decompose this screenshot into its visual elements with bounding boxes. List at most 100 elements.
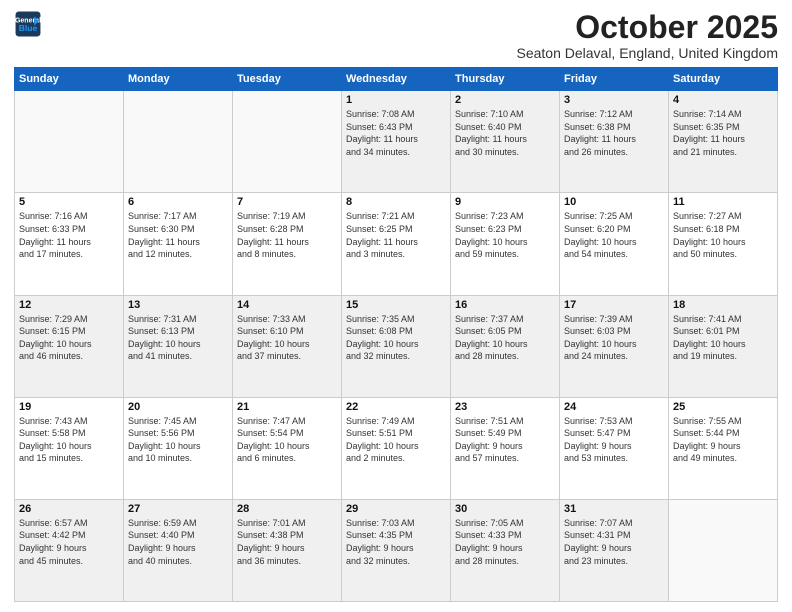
table-row: 28 Sunrise: 7:01 AM Sunset: 4:38 PM Dayli… xyxy=(233,499,342,601)
table-row: 14 Sunrise: 7:33 AM Sunset: 6:10 PM Dayli… xyxy=(233,295,342,397)
table-row: 11Sunrise: 7:27 AM Sunset: 6:18 PM Dayli… xyxy=(669,193,778,295)
table-row: 13 Sunrise: 7:31 AM Sunset: 6:13 PM Dayli… xyxy=(124,295,233,397)
table-row: 20Sunrise: 7:45 AM Sunset: 5:56 PM Dayli… xyxy=(124,397,233,499)
day-number: 18 xyxy=(673,299,773,311)
table-row: 10 Sunrise: 7:25 AM Sunset: 6:20 PM Dayli… xyxy=(560,193,669,295)
day-number: 25 xyxy=(673,401,773,413)
day-number: 5 xyxy=(19,196,119,208)
table-row: 26 Sunrise: 6:57 AM Sunset: 4:42 PM Dayli… xyxy=(15,499,124,601)
day-number: 10 xyxy=(564,196,664,208)
table-row: 16 Sunrise: 7:37 AM Sunset: 6:05 PM Dayli… xyxy=(451,295,560,397)
day-info: Sunrise: 7:47 AM Sunset: 5:54 PM Dayligh… xyxy=(237,415,337,465)
header-monday: Monday xyxy=(124,68,233,91)
day-number: 24 xyxy=(564,401,664,413)
header-saturday: Saturday xyxy=(669,68,778,91)
table-row: 29Sunrise: 7:03 AM Sunset: 4:35 PM Dayli… xyxy=(342,499,451,601)
table-row: 22 Sunrise: 7:49 AM Sunset: 5:51 PM Dayli… xyxy=(342,397,451,499)
table-row: 31 Sunrise: 7:07 AM Sunset: 4:31 PM Dayli… xyxy=(560,499,669,601)
table-row: 1Sunrise: 7:08 AM Sunset: 6:43 PM Daylig… xyxy=(342,91,451,193)
table-row: 5 Sunrise: 7:16 AM Sunset: 6:33 PM Daylig… xyxy=(15,193,124,295)
day-info: Sunrise: 7:33 AM Sunset: 6:10 PM Dayligh… xyxy=(237,313,337,363)
day-number: 14 xyxy=(237,299,337,311)
table-row xyxy=(124,91,233,193)
header-thursday: Thursday xyxy=(451,68,560,91)
day-number: 1 xyxy=(346,94,446,106)
logo-icon: General Blue xyxy=(14,10,42,38)
day-info: Sunrise: 7:14 AM Sunset: 6:35 PM Dayligh… xyxy=(673,108,773,158)
day-info: Sunrise: 7:55 AM Sunset: 5:44 PM Dayligh… xyxy=(673,415,773,465)
logo: General Blue xyxy=(14,10,42,38)
day-number: 12 xyxy=(19,299,119,311)
day-number: 31 xyxy=(564,503,664,515)
day-info: Sunrise: 7:23 AM Sunset: 6:23 PM Dayligh… xyxy=(455,210,555,260)
day-number: 9 xyxy=(455,196,555,208)
day-info: Sunrise: 7:21 AM Sunset: 6:25 PM Dayligh… xyxy=(346,210,446,260)
day-info: Sunrise: 7:10 AM Sunset: 6:40 PM Dayligh… xyxy=(455,108,555,158)
day-info: Sunrise: 7:19 AM Sunset: 6:28 PM Dayligh… xyxy=(237,210,337,260)
table-row: 18 Sunrise: 7:41 AM Sunset: 6:01 PM Dayli… xyxy=(669,295,778,397)
calendar-week-row: 26 Sunrise: 6:57 AM Sunset: 4:42 PM Dayli… xyxy=(15,499,778,601)
day-info: Sunrise: 7:25 AM Sunset: 6:20 PM Dayligh… xyxy=(564,210,664,260)
day-info: Sunrise: 7:07 AM Sunset: 4:31 PM Dayligh… xyxy=(564,517,664,567)
day-number: 4 xyxy=(673,94,773,106)
table-row xyxy=(15,91,124,193)
calendar-table: Sunday Monday Tuesday Wednesday Thursday… xyxy=(14,67,778,602)
day-number: 22 xyxy=(346,401,446,413)
table-row: 7 Sunrise: 7:19 AM Sunset: 6:28 PM Daylig… xyxy=(233,193,342,295)
day-info: Sunrise: 7:53 AM Sunset: 5:47 PM Dayligh… xyxy=(564,415,664,465)
calendar-week-row: 19 Sunrise: 7:43 AM Sunset: 5:58 PM Dayli… xyxy=(15,397,778,499)
day-number: 6 xyxy=(128,196,228,208)
table-row: 8 Sunrise: 7:21 AM Sunset: 6:25 PM Daylig… xyxy=(342,193,451,295)
day-info: Sunrise: 7:43 AM Sunset: 5:58 PM Dayligh… xyxy=(19,415,119,465)
header-tuesday: Tuesday xyxy=(233,68,342,91)
day-number: 19 xyxy=(19,401,119,413)
header-wednesday: Wednesday xyxy=(342,68,451,91)
table-row: 19 Sunrise: 7:43 AM Sunset: 5:58 PM Dayli… xyxy=(15,397,124,499)
table-row xyxy=(669,499,778,601)
page: General Blue October 2025 Seaton Delaval… xyxy=(0,0,792,612)
calendar-week-row: 5 Sunrise: 7:16 AM Sunset: 6:33 PM Daylig… xyxy=(15,193,778,295)
day-info: Sunrise: 6:59 AM Sunset: 4:40 PM Dayligh… xyxy=(128,517,228,567)
location: Seaton Delaval, England, United Kingdom xyxy=(516,45,778,61)
table-row: 24 Sunrise: 7:53 AM Sunset: 5:47 PM Dayli… xyxy=(560,397,669,499)
day-info: Sunrise: 7:16 AM Sunset: 6:33 PM Dayligh… xyxy=(19,210,119,260)
day-info: Sunrise: 7:51 AM Sunset: 5:49 PM Dayligh… xyxy=(455,415,555,465)
table-row: 3 Sunrise: 7:12 AM Sunset: 6:38 PM Daylig… xyxy=(560,91,669,193)
day-info: Sunrise: 7:49 AM Sunset: 5:51 PM Dayligh… xyxy=(346,415,446,465)
table-row: 17Sunrise: 7:39 AM Sunset: 6:03 PM Dayli… xyxy=(560,295,669,397)
day-info: Sunrise: 7:31 AM Sunset: 6:13 PM Dayligh… xyxy=(128,313,228,363)
header: General Blue October 2025 Seaton Delaval… xyxy=(14,10,778,61)
header-sunday: Sunday xyxy=(15,68,124,91)
day-info: Sunrise: 7:12 AM Sunset: 6:38 PM Dayligh… xyxy=(564,108,664,158)
table-row: 21Sunrise: 7:47 AM Sunset: 5:54 PM Dayli… xyxy=(233,397,342,499)
day-number: 27 xyxy=(128,503,228,515)
day-info: Sunrise: 7:41 AM Sunset: 6:01 PM Dayligh… xyxy=(673,313,773,363)
table-row: 6Sunrise: 7:17 AM Sunset: 6:30 PM Daylig… xyxy=(124,193,233,295)
day-number: 13 xyxy=(128,299,228,311)
day-number: 3 xyxy=(564,94,664,106)
table-row: 4 Sunrise: 7:14 AM Sunset: 6:35 PM Daylig… xyxy=(669,91,778,193)
day-number: 26 xyxy=(19,503,119,515)
table-row: 2Sunrise: 7:10 AM Sunset: 6:40 PM Daylig… xyxy=(451,91,560,193)
calendar-week-row: 1Sunrise: 7:08 AM Sunset: 6:43 PM Daylig… xyxy=(15,91,778,193)
day-number: 8 xyxy=(346,196,446,208)
day-number: 15 xyxy=(346,299,446,311)
table-row: 25 Sunrise: 7:55 AM Sunset: 5:44 PM Dayli… xyxy=(669,397,778,499)
day-info: Sunrise: 7:05 AM Sunset: 4:33 PM Dayligh… xyxy=(455,517,555,567)
title-block: October 2025 Seaton Delaval, England, Un… xyxy=(516,10,778,61)
day-number: 7 xyxy=(237,196,337,208)
day-number: 16 xyxy=(455,299,555,311)
day-number: 28 xyxy=(237,503,337,515)
day-number: 23 xyxy=(455,401,555,413)
day-info: Sunrise: 6:57 AM Sunset: 4:42 PM Dayligh… xyxy=(19,517,119,567)
day-info: Sunrise: 7:35 AM Sunset: 6:08 PM Dayligh… xyxy=(346,313,446,363)
day-number: 30 xyxy=(455,503,555,515)
day-info: Sunrise: 7:01 AM Sunset: 4:38 PM Dayligh… xyxy=(237,517,337,567)
calendar-week-row: 12Sunrise: 7:29 AM Sunset: 6:15 PM Dayli… xyxy=(15,295,778,397)
day-number: 29 xyxy=(346,503,446,515)
day-info: Sunrise: 7:37 AM Sunset: 6:05 PM Dayligh… xyxy=(455,313,555,363)
header-friday: Friday xyxy=(560,68,669,91)
day-number: 20 xyxy=(128,401,228,413)
day-info: Sunrise: 7:27 AM Sunset: 6:18 PM Dayligh… xyxy=(673,210,773,260)
day-number: 17 xyxy=(564,299,664,311)
